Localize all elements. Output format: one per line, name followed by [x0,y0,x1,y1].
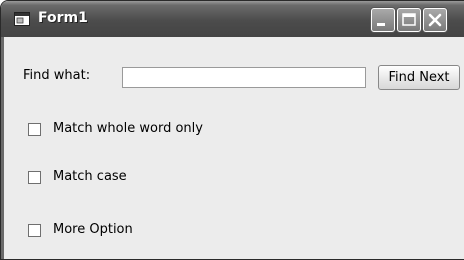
more-option-checkbox[interactable] [28,224,41,237]
maximize-button[interactable] [397,8,421,32]
find-next-button[interactable]: Find Next [378,65,460,90]
more-option-label: More Option [53,222,133,237]
match-whole-word-checkbox[interactable] [28,123,41,136]
form1-window: Form1 Find what: Find Next Match whole w… [0,0,464,260]
close-button[interactable] [423,8,447,32]
match-case-label: Match case [53,169,127,184]
match-case-checkbox[interactable] [28,171,41,184]
window-title: Form1 [38,10,88,26]
find-what-input[interactable] [122,67,366,88]
app-icon [14,12,30,26]
minimize-button[interactable] [371,8,395,32]
close-icon [428,13,442,27]
match-whole-word-label: Match whole word only [53,121,203,136]
minimize-icon [377,23,385,26]
find-what-label: Find what: [23,68,91,83]
maximize-icon [402,13,416,26]
title-bar[interactable]: Form1 [1,1,464,37]
